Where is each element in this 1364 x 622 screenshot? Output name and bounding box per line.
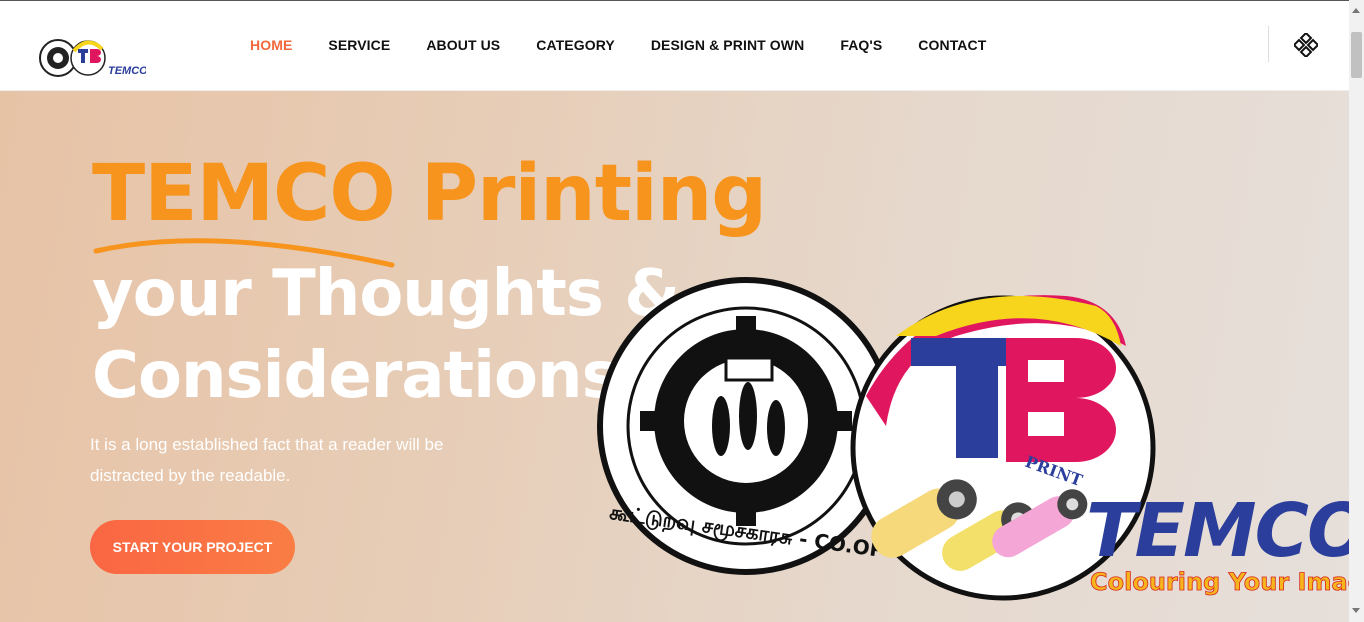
coop-seal: கூட்டுறவு சமூசகாரசு - CO.OP (597, 277, 895, 575)
grid-menu-icon[interactable] (1294, 33, 1318, 57)
main-nav: HOME SERVICE ABOUT US CATEGORY DESIGN & … (250, 37, 1022, 53)
hero-brand-illustration: கூட்டுறவு சமூசகாரசு - CO.OP PRINT TEMCO … (597, 277, 1349, 601)
start-project-button[interactable]: START YOUR PROJECT (90, 520, 295, 574)
tagline-text: Colouring Your Imagination (1090, 568, 1349, 596)
nav-category[interactable]: CATEGORY (536, 37, 615, 53)
temco-wordmark: TEMCO (1086, 488, 1349, 574)
hero-headline-orange: TEMCO Printing (92, 149, 767, 239)
brand-logo[interactable]: TEMCO (38, 37, 146, 81)
scroll-up-arrow-icon[interactable] (1352, 8, 1360, 13)
nav-about-us[interactable]: ABOUT US (426, 37, 500, 53)
nav-home[interactable]: HOME (250, 37, 292, 53)
header-divider (1268, 26, 1269, 62)
hero-subtext: It is a long established fact that a rea… (90, 435, 444, 485)
hero-headline-line-1: your Thoughts & (92, 257, 680, 331)
scroll-thumb[interactable] (1351, 32, 1362, 78)
nav-design-print-own[interactable]: DESIGN & PRINT OWN (651, 37, 804, 53)
nav-contact[interactable]: CONTACT (918, 37, 986, 53)
hero-section: TEMCO Printing your Thoughts & Considera… (0, 91, 1349, 622)
site-header: TEMCO HOME SERVICE ABOUT US CATEGORY DES… (0, 0, 1349, 91)
hero-headline-line-2: Considerations (92, 339, 620, 413)
page-scrollbar[interactable] (1349, 0, 1364, 622)
svg-text:TEMCO: TEMCO (108, 65, 146, 77)
nav-service[interactable]: SERVICE (328, 37, 390, 53)
nav-faqs[interactable]: FAQ'S (840, 37, 882, 53)
scroll-down-arrow-icon[interactable] (1352, 608, 1360, 613)
